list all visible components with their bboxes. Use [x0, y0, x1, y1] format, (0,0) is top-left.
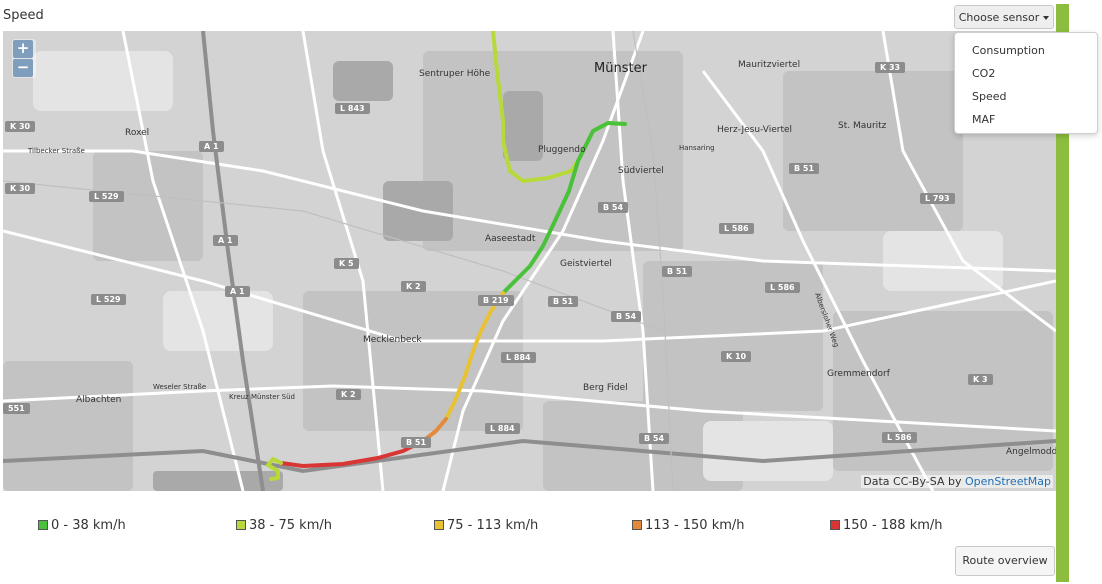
- choose-sensor-label: Choose sensor: [958, 11, 1040, 24]
- road-shield: 551: [3, 403, 30, 414]
- road-shield: B 54: [639, 433, 670, 444]
- street-label: Kreuz Münster Süd: [229, 393, 295, 401]
- road-shield: B 51: [401, 437, 432, 448]
- road-shield: K 30: [5, 121, 36, 132]
- place-label: Geistviertel: [560, 259, 612, 269]
- place-label: Münster: [594, 61, 647, 76]
- street-label: Weseler Straße: [153, 383, 207, 391]
- road-shield: A 1: [213, 235, 238, 246]
- road-shield: B 219: [478, 295, 514, 306]
- road-shield: B 54: [611, 311, 642, 322]
- place-label: Pluggendo: [538, 145, 586, 155]
- place-label: Gremmendorf: [827, 369, 890, 379]
- map-canvas: [3, 31, 1056, 491]
- legend-item: 0 - 38 km/h: [38, 518, 126, 533]
- legend-swatch: [830, 519, 840, 530]
- road-shield: L 884: [485, 423, 520, 434]
- legend-item: 38 - 75 km/h: [236, 518, 332, 533]
- attribution-text: Data CC-By-SA by: [863, 475, 965, 488]
- legend-label: 38 - 75 km/h: [249, 518, 332, 533]
- legend-label: 75 - 113 km/h: [447, 518, 539, 533]
- openstreetmap-link[interactable]: OpenStreetMap: [965, 475, 1051, 488]
- street-label: Tilbecker Straße: [28, 147, 85, 155]
- legend-item: 150 - 188 km/h: [830, 518, 943, 533]
- place-label: Südviertel: [618, 166, 664, 176]
- road-shield: A 1: [199, 141, 224, 152]
- choose-sensor-button[interactable]: Choose sensor: [954, 5, 1054, 29]
- road-shield: B 51: [789, 163, 820, 174]
- road-shield: L 843: [335, 103, 370, 114]
- road-shield: K 33: [875, 62, 906, 73]
- sensor-option-speed[interactable]: Speed: [955, 85, 1097, 108]
- legend-swatch: [236, 519, 246, 530]
- place-label: Aaseestadt: [485, 234, 536, 244]
- road-shield: L 529: [89, 191, 124, 202]
- road-shield: L 884: [501, 352, 536, 363]
- place-label: Herz-Jesu-Viertel: [717, 125, 793, 135]
- road-shield: B 51: [662, 266, 693, 277]
- route-overview-button[interactable]: Route overview: [955, 546, 1055, 576]
- legend-label: 113 - 150 km/h: [645, 518, 745, 533]
- legend-label: 150 - 188 km/h: [843, 518, 943, 533]
- legend-swatch: [434, 519, 444, 530]
- road-shield: A 1: [225, 286, 250, 297]
- place-label: Albachten: [76, 395, 122, 405]
- road-shield: L 793: [920, 193, 955, 204]
- caret-down-icon: [1043, 16, 1050, 20]
- sensor-dropdown-menu: Consumption CO2 Speed MAF: [954, 32, 1098, 134]
- place-label: Angelmodd: [1006, 447, 1056, 457]
- panel-title: Speed: [3, 8, 44, 23]
- road-shield: B 51: [548, 296, 579, 307]
- legend-swatch: [632, 519, 642, 530]
- legend-item: 113 - 150 km/h: [632, 518, 745, 533]
- place-label: St. Mauritz: [838, 121, 887, 131]
- map-attribution: Data CC-By-SA by OpenStreetMap: [861, 475, 1053, 488]
- road-shield: K 2: [401, 281, 426, 292]
- place-label: Berg Fidel: [583, 383, 628, 393]
- road-shield: L 586: [882, 432, 917, 443]
- road-shield: L 586: [719, 223, 754, 234]
- road-shield: B 54: [598, 202, 629, 213]
- road-shield: L 529: [91, 294, 126, 305]
- road-shield: K 30: [5, 183, 36, 194]
- place-label: Mecklenbeck: [363, 335, 422, 345]
- speed-panel: Speed + − Münster Sentruper Höhe Mauritz…: [0, 0, 1056, 584]
- sensor-option-consumption[interactable]: Consumption: [955, 39, 1097, 62]
- legend-label: 0 - 38 km/h: [51, 518, 126, 533]
- place-label: Roxel: [125, 128, 150, 138]
- road-shield: K 10: [721, 351, 752, 362]
- zoom-control: + −: [12, 39, 36, 78]
- place-label: Sentruper Höhe: [419, 69, 491, 79]
- zoom-in-button[interactable]: +: [13, 40, 33, 58]
- legend-item: 75 - 113 km/h: [434, 518, 538, 533]
- street-label: Hansaring: [679, 144, 715, 152]
- legend-swatch: [38, 519, 48, 530]
- sensor-option-maf[interactable]: MAF: [955, 108, 1097, 131]
- road-shield: L 586: [765, 282, 800, 293]
- road-shield: K 2: [336, 389, 361, 400]
- place-label: Mauritzviertel: [738, 60, 801, 70]
- road-shield: K 3: [968, 374, 993, 385]
- sensor-option-co2[interactable]: CO2: [955, 62, 1097, 85]
- map[interactable]: + − Münster Sentruper Höhe Mauritzvierte…: [3, 31, 1056, 491]
- road-shield: K 5: [334, 258, 359, 269]
- zoom-out-button[interactable]: −: [13, 59, 33, 77]
